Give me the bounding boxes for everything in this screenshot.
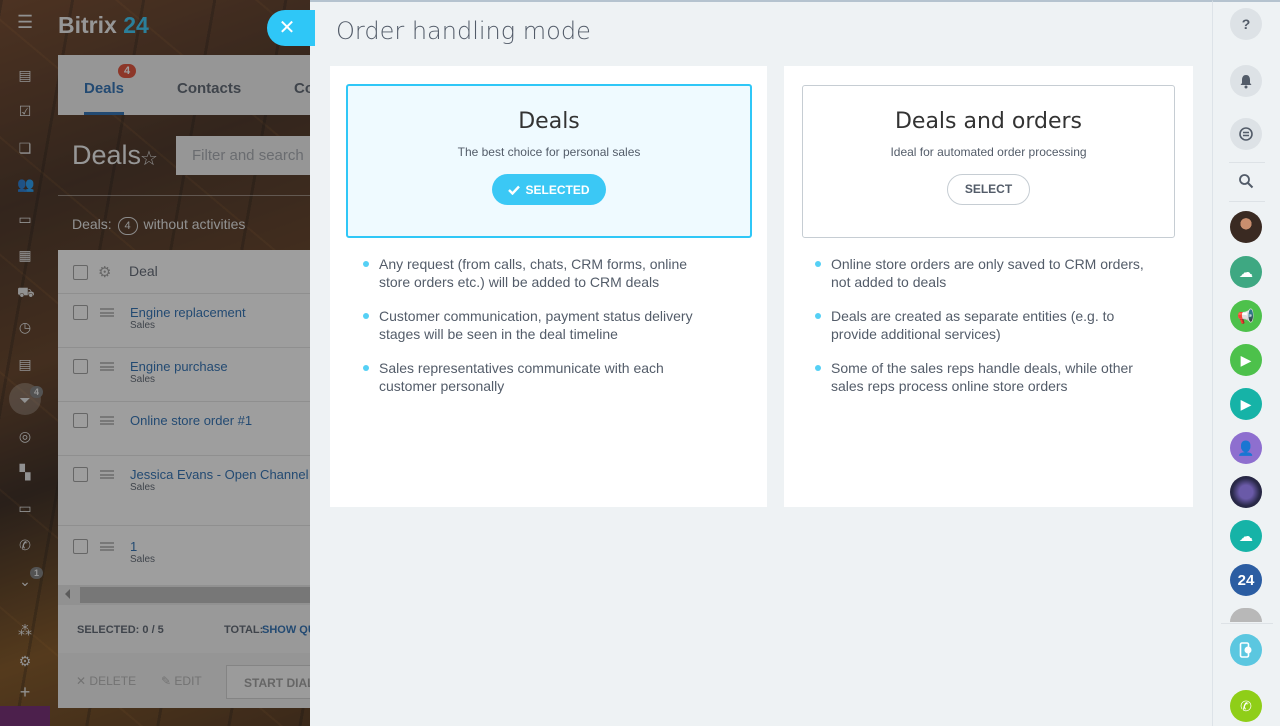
bullet-icon xyxy=(815,365,821,371)
close-icon: ✕ xyxy=(278,17,296,39)
bell-icon[interactable] xyxy=(1230,65,1262,97)
close-slider-button[interactable]: ✕ xyxy=(267,10,315,46)
user-avatar[interactable] xyxy=(1230,211,1262,243)
divider xyxy=(1229,201,1265,202)
order-mode-slider: Order handling mode Deals The best choic… xyxy=(310,0,1212,726)
cloud-icon[interactable]: ☁ xyxy=(1230,256,1262,288)
divider xyxy=(1229,162,1265,163)
mode-card-deals-and-orders[interactable]: Deals and orders Ideal for automated ord… xyxy=(802,85,1175,238)
search-icon[interactable] xyxy=(1230,165,1262,197)
feature-item: Customer communication, payment status d… xyxy=(362,307,722,343)
cloud-icon[interactable]: ☁ xyxy=(1230,520,1262,552)
video-icon[interactable]: ▶ xyxy=(1230,344,1262,376)
overlay-dim[interactable] xyxy=(0,0,310,726)
feature-text: Deals are created as separate entities (… xyxy=(831,308,1115,342)
mode-title: Deals xyxy=(518,109,580,134)
feature-item: Deals are created as separate entities (… xyxy=(814,307,1164,343)
feature-text: Sales representatives communicate with e… xyxy=(379,360,664,394)
mode-subtitle: The best choice for personal sales xyxy=(457,145,641,159)
select-button[interactable]: SELECT xyxy=(946,174,1031,205)
video-icon[interactable]: ▶ xyxy=(1230,388,1262,420)
feature-text: Online store orders are only saved to CR… xyxy=(831,256,1144,290)
feature-text: Customer communication, payment status d… xyxy=(379,308,693,342)
feature-item: Online store orders are only saved to CR… xyxy=(814,255,1164,291)
group-avatar[interactable] xyxy=(1230,476,1262,508)
feature-text: Any request (from calls, chats, CRM form… xyxy=(379,256,688,290)
mode-subtitle: Ideal for automated order processing xyxy=(890,145,1087,159)
bullet-icon xyxy=(363,261,369,267)
mode-card-deals[interactable]: Deals The best choice for personal sales… xyxy=(346,84,752,238)
feature-item: Sales representatives communicate with e… xyxy=(362,359,722,395)
bullet-icon xyxy=(815,313,821,319)
selected-button[interactable]: SELECTED xyxy=(492,174,606,205)
chat-icon[interactable] xyxy=(1230,118,1262,150)
person-icon[interactable]: 👤 xyxy=(1230,432,1262,464)
check-icon xyxy=(508,185,521,195)
divider xyxy=(1221,623,1273,624)
mode-title: Deals and orders xyxy=(894,109,1083,134)
feature-item: Some of the sales reps handle deals, whi… xyxy=(814,359,1164,395)
b24-icon[interactable]: 24 xyxy=(1230,564,1262,596)
slider-title: Order handling mode xyxy=(336,17,591,45)
background-app: ☰ ▤ ☑ ❏ 👥 ▭ ▦ ⛟ ◷ ▤ ⏷ 4 ◎ ▚ ▭ ✆ ⌄ 1 ⁂ ⚙ … xyxy=(0,0,310,726)
mobile-cloud-icon[interactable] xyxy=(1230,634,1262,666)
feature-list: Any request (from calls, chats, CRM form… xyxy=(362,255,722,411)
selected-button-label: SELECTED xyxy=(525,182,590,197)
bullet-icon xyxy=(815,261,821,267)
feature-text: Some of the sales reps handle deals, whi… xyxy=(831,360,1133,394)
phone-icon[interactable]: ✆ xyxy=(1230,690,1262,722)
megaphone-icon[interactable]: 📢 xyxy=(1230,300,1262,332)
help-icon[interactable]: ? xyxy=(1230,8,1262,40)
bullet-icon xyxy=(363,313,369,319)
right-sidebar: ? ☁ 📢 ▶ ▶ 👤 ☁ 24 ✆ xyxy=(1212,0,1280,726)
feature-item: Any request (from calls, chats, CRM form… xyxy=(362,255,722,291)
mode-panel-deals: Deals The best choice for personal sales… xyxy=(330,66,767,507)
feature-list: Online store orders are only saved to CR… xyxy=(814,255,1164,411)
mode-panel-deals-and-orders: Deals and orders Ideal for automated ord… xyxy=(784,66,1193,507)
bullet-icon xyxy=(363,365,369,371)
user-avatar[interactable] xyxy=(1230,608,1262,622)
